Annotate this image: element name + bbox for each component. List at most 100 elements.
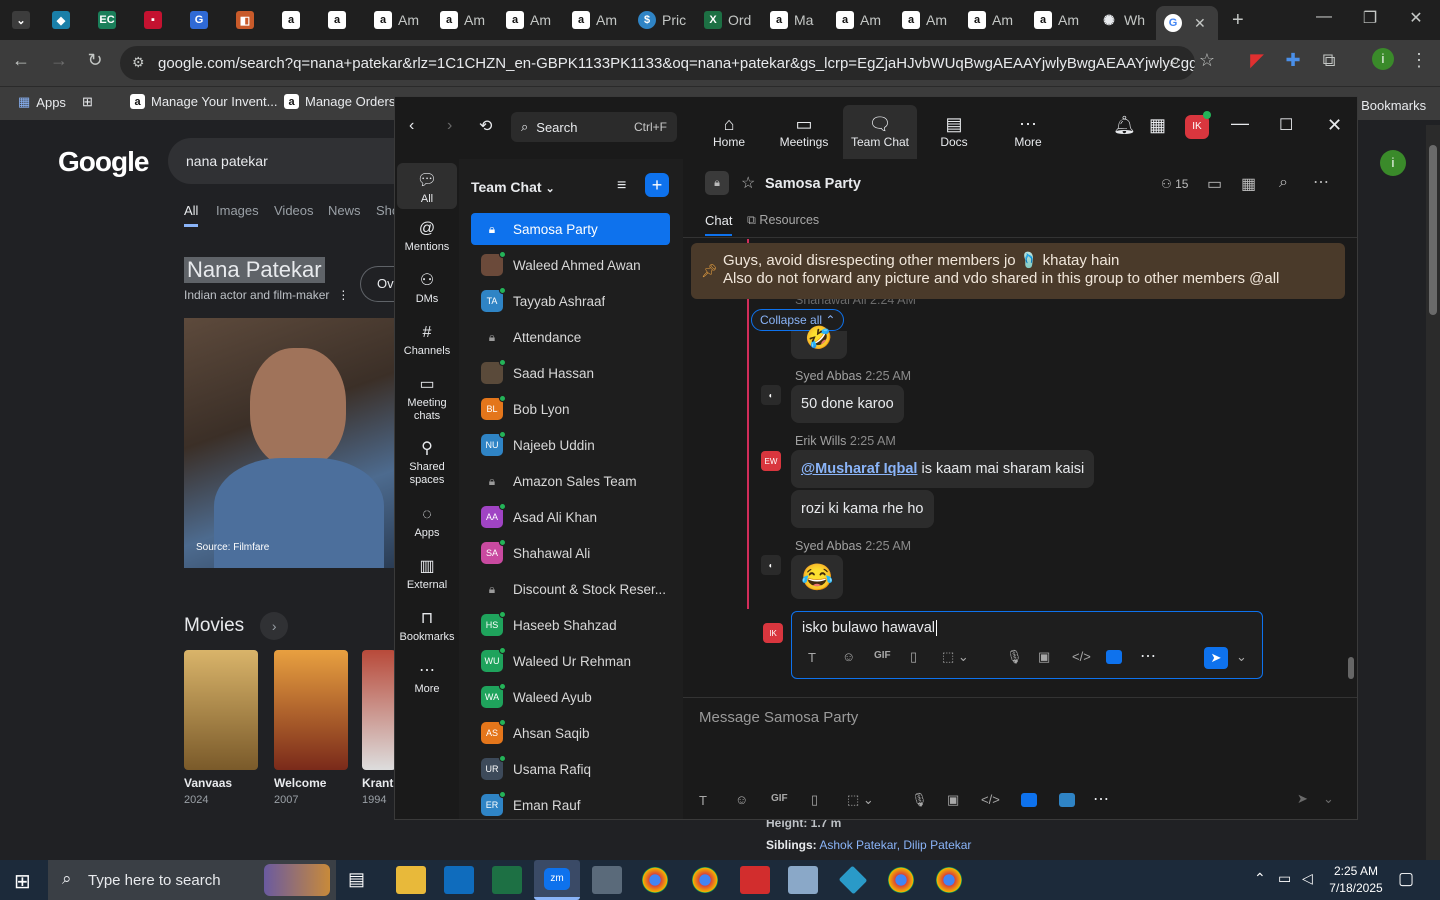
zoom-nav-team-chat[interactable]: 🗨 Team Chat xyxy=(843,105,917,159)
chat-list-item[interactable]: 🔒︎ Samosa Party xyxy=(471,213,670,245)
app-icon[interactable] xyxy=(788,866,818,894)
calendar-icon[interactable]: ▦ xyxy=(1149,115,1166,136)
close-tab-icon[interactable]: ✕ xyxy=(1194,15,1206,32)
browser-tab[interactable]: a xyxy=(274,6,300,34)
scrollbar-thumb[interactable] xyxy=(1429,145,1437,315)
network-icon[interactable]: ▭ xyxy=(1278,870,1291,887)
chat-list-item[interactable]: UR Usama Rafiq xyxy=(471,753,670,785)
browser-menu-icon[interactable]: ⋮ xyxy=(1406,50,1432,71)
chat-list-item[interactable]: WA Waleed Ayub xyxy=(471,681,670,713)
browser-tab[interactable]: $ Pric xyxy=(630,6,686,34)
chat-list-item[interactable]: 🔒︎ Attendance xyxy=(471,321,670,353)
history-icon[interactable]: ⟲ xyxy=(479,116,492,136)
file-icon[interactable]: ▯ xyxy=(910,649,917,665)
video-message-icon[interactable]: ▣ xyxy=(1038,649,1050,665)
video-message-icon[interactable]: ▣ xyxy=(947,792,959,808)
chat-list-item[interactable]: HS Haseeb Shahzad xyxy=(471,609,670,641)
search-icon[interactable]: ⌕ xyxy=(1279,174,1288,192)
bookmark-manage-orders[interactable]: a Manage Orders xyxy=(284,94,395,109)
chat-list-item[interactable]: AA Asad Ali Khan xyxy=(471,501,670,533)
more-options-icon[interactable]: ⋮ xyxy=(337,288,349,302)
new-chat-button[interactable]: + xyxy=(645,173,669,197)
zoom-doc-icon[interactable] xyxy=(1059,793,1075,807)
zoom-nav-meetings[interactable]: ▭ Meetings xyxy=(767,113,841,149)
chrome-icon[interactable] xyxy=(692,867,718,893)
browser-tab[interactable]: a Am xyxy=(564,6,617,34)
code-icon[interactable]: </> xyxy=(1072,649,1091,664)
gnav-news[interactable]: News xyxy=(328,203,361,218)
chat-list-title[interactable]: Team Chat ⌄ xyxy=(471,179,555,195)
filter-icon[interactable]: ≡ xyxy=(617,177,626,195)
chat-list-item[interactable]: Waleed Ahmed Awan xyxy=(471,249,670,281)
chat-list-item[interactable]: AS Ahsan Saqib xyxy=(471,717,670,749)
calculator-icon[interactable] xyxy=(592,866,622,894)
star-icon[interactable]: ☆ xyxy=(1194,50,1220,71)
browser-tab[interactable]: ◆ xyxy=(44,6,70,34)
rail-bookmarks[interactable]: ⊓ Bookmarks xyxy=(397,607,457,644)
rail-external[interactable]: ▥ External xyxy=(397,555,457,592)
emoji-icon[interactable]: ☺ xyxy=(735,792,748,807)
chat-list-item[interactable]: NU Najeeb Uddin xyxy=(471,429,670,461)
page-scrollbar[interactable] xyxy=(1426,125,1440,860)
rail-all[interactable]: 💬︎ All xyxy=(397,163,457,209)
message-bubble[interactable]: 😂 xyxy=(791,555,844,599)
browser-tab[interactable]: X Ord xyxy=(696,6,751,34)
extensions-icon[interactable]: ⧉ xyxy=(1316,50,1342,71)
browser-tab[interactable]: G xyxy=(182,6,208,34)
clock[interactable]: 2:25 AM 7/18/2025 xyxy=(1326,863,1386,897)
app-diamond-icon[interactable] xyxy=(838,865,868,895)
edit-message-box[interactable]: isko bulawo hawaval T ☺ GIF ▯ ⬚ ⌄ 🎙︎ ▣ <… xyxy=(791,611,1263,679)
movie-name[interactable]: Welcome xyxy=(274,776,326,790)
browser-tab[interactable]: a Am xyxy=(960,6,1013,34)
forward-icon[interactable]: → xyxy=(46,50,72,71)
rail-dms[interactable]: ⚇ DMs xyxy=(397,269,457,306)
gnav-videos[interactable]: Videos xyxy=(274,203,314,218)
tab-resources[interactable]: ⧉ Resources xyxy=(747,213,819,228)
tab-search-button[interactable]: ⌄ xyxy=(4,6,30,34)
extension-blue-icon[interactable]: ✚ xyxy=(1280,50,1306,71)
new-tab-button[interactable]: + xyxy=(1224,6,1244,34)
movie-poster-welcome[interactable] xyxy=(274,650,348,770)
video-icon[interactable]: ▭ xyxy=(1207,174,1222,194)
chevron-down-icon[interactable]: ⌄ xyxy=(1323,791,1334,807)
gnav-images[interactable]: Images xyxy=(216,203,259,218)
zoom-search-input[interactable]: ⌕ Search Ctrl+F xyxy=(511,112,677,142)
minimize-icon[interactable]: — xyxy=(1231,113,1249,134)
browser-tab-active[interactable]: G ✕ xyxy=(1156,6,1218,40)
format-text-icon[interactable]: T xyxy=(808,650,816,665)
back-arrow-icon[interactable]: ‹ xyxy=(409,117,414,135)
zoom-nav-more[interactable]: ⋯ More xyxy=(991,113,1065,149)
task-view-icon[interactable]: ▤ xyxy=(348,869,365,890)
chat-scrollbar[interactable] xyxy=(1347,239,1355,679)
pinned-message[interactable]: 📌︎ Guys, avoid disrespecting other membe… xyxy=(691,243,1345,299)
member-count[interactable]: ⚇ 15 xyxy=(1161,177,1188,191)
gnav-all[interactable]: All xyxy=(184,203,199,227)
chat-list-item[interactable]: Saad Hassan xyxy=(471,357,670,389)
chat-list-item[interactable]: 🔒︎ Amazon Sales Team xyxy=(471,465,670,497)
rail-meeting-chats[interactable]: ▭ Meeting chats xyxy=(397,373,457,423)
site-info-icon[interactable]: ⚙ xyxy=(132,54,145,71)
minimize-icon[interactable]: — xyxy=(1304,8,1344,26)
movie-name[interactable]: Vanvaas xyxy=(184,776,232,790)
browser-tab[interactable]: a Ma xyxy=(762,6,813,34)
tray-chevron-icon[interactable]: ⌃ xyxy=(1254,870,1266,887)
microphone-icon[interactable]: 🎙︎ xyxy=(911,792,928,808)
browser-tab[interactable]: a Am xyxy=(498,6,551,34)
close-window-icon[interactable]: ✕ xyxy=(1396,8,1436,28)
scrollbar-thumb[interactable] xyxy=(1348,657,1354,679)
format-text-icon[interactable]: T xyxy=(699,793,707,808)
profile-avatar[interactable]: i xyxy=(1370,47,1396,70)
google-logo[interactable]: Google xyxy=(58,146,149,178)
calendar-icon[interactable]: ▦ xyxy=(1241,174,1256,194)
chrome-icon[interactable] xyxy=(642,867,668,893)
bookmark-apps[interactable]: ▦ Apps xyxy=(18,94,66,110)
bell-icon[interactable]: 🔔︎ xyxy=(1113,115,1136,136)
maximize-icon[interactable]: ❐ xyxy=(1350,8,1390,28)
google-search-input[interactable]: nana patekar xyxy=(168,138,428,184)
file-explorer-icon[interactable] xyxy=(396,866,426,894)
message-bubble[interactable]: @Musharaf Iqbal is kaam mai sharam kaisi xyxy=(791,450,1095,488)
emoji-icon[interactable]: ☺ xyxy=(842,649,855,664)
movie-name[interactable]: Kranti xyxy=(362,776,394,790)
knowledge-panel-photo[interactable]: Source: Filmfare xyxy=(184,318,396,568)
browser-tab[interactable]: a Am xyxy=(1026,6,1079,34)
